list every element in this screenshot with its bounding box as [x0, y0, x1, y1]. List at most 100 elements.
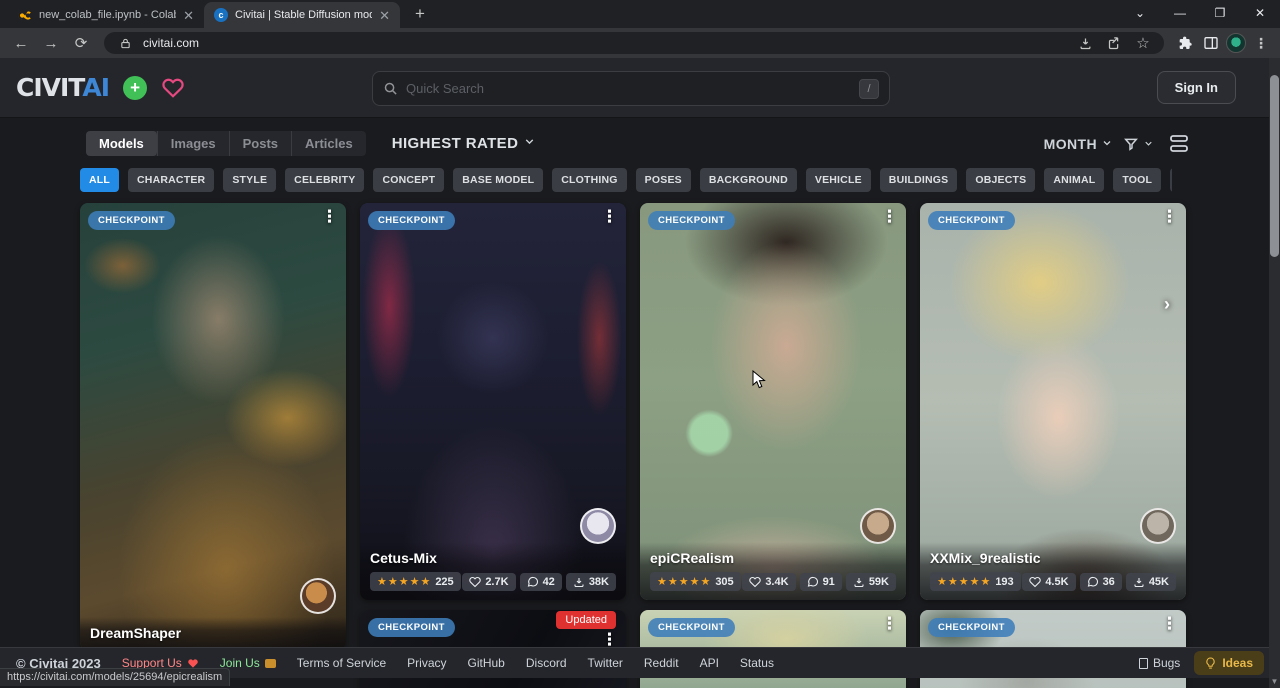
download-page-icon[interactable] — [1074, 32, 1096, 54]
tab-civitai[interactable]: c Civitai | Stable Diffusion models, ✕ — [204, 2, 400, 28]
extensions-puzzle-icon[interactable] — [1174, 32, 1196, 54]
rating-pill[interactable]: ★★★★★ 305 — [650, 572, 741, 591]
model-card-dreamshaper[interactable]: CHECKPOINT ⋮ DreamShaper — [80, 203, 346, 650]
pills-scroll-right-icon[interactable]: › — [1164, 294, 1170, 315]
footer-link-api[interactable]: API — [700, 656, 719, 670]
footer-link-github[interactable]: GitHub — [468, 656, 505, 670]
site-header: CIVITAI + / Sign In — [0, 58, 1280, 118]
search-icon — [383, 81, 398, 96]
browser-profile-avatar[interactable] — [1226, 33, 1246, 53]
quick-search-bar[interactable]: / — [372, 71, 890, 106]
pill-poses[interactable]: POSES — [636, 168, 691, 192]
creator-avatar[interactable] — [580, 508, 616, 544]
browser-menu-kebab-icon[interactable]: ⋮ — [1250, 32, 1272, 54]
tab-close-icon[interactable]: ✕ — [379, 9, 390, 22]
search-input[interactable] — [406, 81, 851, 96]
tab-close-icon[interactable]: ✕ — [183, 9, 194, 22]
pill-tool[interactable]: TOOL — [1113, 168, 1161, 192]
layout-toggle-icon[interactable] — [1170, 135, 1188, 152]
tab-search-icon[interactable]: ⌄ — [1120, 0, 1160, 26]
model-title: epiCRealism — [650, 550, 896, 566]
card-menu-icon[interactable]: ⋮ — [601, 208, 618, 225]
downloads-pill[interactable]: 38K — [566, 573, 616, 591]
model-card-xxmix-9realistic[interactable]: CHECKPOINT ⋮ XXMix_9realistic ★★★★★ 193 — [920, 203, 1186, 600]
reload-button[interactable]: ⟳ — [68, 30, 94, 56]
back-button[interactable]: ← — [8, 30, 34, 56]
bugs-link[interactable]: Bugs — [1139, 656, 1180, 670]
likes-pill[interactable]: 4.5K — [1022, 573, 1075, 591]
scrollbar-thumb[interactable] — [1270, 75, 1279, 257]
rating-pill[interactable]: ★★★★★ 225 — [370, 572, 461, 591]
pill-base-model[interactable]: BASE MODEL — [453, 168, 543, 192]
sign-in-button[interactable]: Sign In — [1157, 71, 1236, 104]
pill-style[interactable]: STYLE — [223, 168, 276, 192]
pill-buildings[interactable]: BUILDINGS — [880, 168, 958, 192]
new-tab-button[interactable]: + — [408, 4, 432, 24]
card-menu-icon[interactable]: ⋮ — [881, 615, 898, 632]
model-preview-image — [920, 203, 1186, 600]
comments-count: 91 — [823, 576, 835, 588]
card-menu-icon[interactable]: ⋮ — [321, 208, 338, 225]
scrollbar-down-arrow-icon[interactable]: ▼ — [1269, 677, 1280, 686]
forward-button[interactable]: → — [38, 30, 64, 56]
nav-right-tools: MONTH — [1044, 135, 1188, 152]
rating-count: 305 — [715, 576, 733, 588]
creator-avatar[interactable] — [300, 578, 336, 614]
pill-vehicle[interactable]: VEHICLE — [806, 168, 871, 192]
footer-link-terms[interactable]: Terms of Service — [297, 656, 386, 670]
sort-dropdown[interactable]: HIGHEST RATED — [392, 135, 537, 152]
downloads-pill[interactable]: 59K — [846, 573, 896, 591]
share-icon[interactable] — [1103, 32, 1125, 54]
ideas-button[interactable]: Ideas — [1194, 651, 1264, 675]
url-bar[interactable]: civitai.com ☆ — [104, 32, 1164, 54]
rating-pill[interactable]: ★★★★★ 193 — [930, 572, 1021, 591]
tab-posts[interactable]: Posts — [229, 131, 291, 156]
footer-link-status[interactable]: Status — [740, 656, 774, 670]
page-scrollbar[interactable]: ▼ — [1269, 58, 1280, 688]
pill-background[interactable]: BACKGROUND — [700, 168, 797, 192]
card-overlay: DreamShaper — [80, 617, 346, 650]
civitai-favicon-icon: c — [214, 8, 228, 22]
side-panel-icon[interactable] — [1200, 32, 1222, 54]
likes-pill[interactable]: 2.7K — [462, 573, 515, 591]
tab-models[interactable]: Models — [86, 131, 157, 156]
pill-celebrity[interactable]: CELEBRITY — [285, 168, 364, 192]
close-button[interactable]: ✕ — [1240, 0, 1280, 26]
pill-objects[interactable]: OBJECTS — [966, 168, 1035, 192]
upload-plus-button[interactable]: + — [123, 76, 147, 100]
pill-action[interactable]: ACTION — [1170, 168, 1172, 192]
footer-link-reddit[interactable]: Reddit — [644, 656, 679, 670]
maximize-button[interactable]: ❐ — [1200, 0, 1240, 26]
minimize-button[interactable]: — — [1160, 0, 1200, 26]
creator-avatar[interactable] — [1140, 508, 1176, 544]
pill-all[interactable]: ALL — [80, 168, 119, 192]
footer-link-privacy[interactable]: Privacy — [407, 656, 446, 670]
civitai-logo[interactable]: CIVITAI — [16, 73, 109, 102]
creator-avatar[interactable] — [860, 508, 896, 544]
downloads-count: 38K — [589, 576, 609, 588]
model-card-epicrealism[interactable]: CHECKPOINT ⋮ epiCRealism ★★★★★ 305 — [640, 203, 906, 600]
footer-link-twitter[interactable]: Twitter — [588, 656, 623, 670]
downloads-pill[interactable]: 45K — [1126, 573, 1176, 591]
pill-clothing[interactable]: CLOTHING — [552, 168, 626, 192]
tab-images[interactable]: Images — [157, 131, 229, 156]
model-card-cetus-mix[interactable]: CHECKPOINT ⋮ Cetus-Mix ★★★★★ 225 — [360, 203, 626, 600]
tab-articles[interactable]: Articles — [291, 131, 366, 156]
card-menu-icon[interactable]: ⋮ — [881, 208, 898, 225]
pill-concept[interactable]: CONCEPT — [373, 168, 444, 192]
comments-pill[interactable]: 36 — [1080, 573, 1122, 591]
comments-pill[interactable]: 42 — [520, 573, 562, 591]
tab-colab[interactable]: new_colab_file.ipynb - Colaborat ✕ — [8, 2, 204, 28]
period-dropdown[interactable]: MONTH — [1044, 136, 1113, 152]
favorites-heart-icon[interactable] — [161, 77, 185, 99]
filter-dropdown[interactable] — [1123, 136, 1154, 152]
pill-animal[interactable]: ANIMAL — [1044, 168, 1104, 192]
pill-character[interactable]: CHARACTER — [128, 168, 214, 192]
comments-pill[interactable]: 91 — [800, 573, 842, 591]
footer-link-discord[interactable]: Discord — [526, 656, 567, 670]
card-menu-icon[interactable]: ⋮ — [1161, 615, 1178, 632]
bookmark-star-icon[interactable]: ☆ — [1132, 32, 1154, 54]
card-menu-icon[interactable]: ⋮ — [601, 631, 618, 648]
likes-pill[interactable]: 3.4K — [742, 573, 795, 591]
card-menu-icon[interactable]: ⋮ — [1161, 208, 1178, 225]
